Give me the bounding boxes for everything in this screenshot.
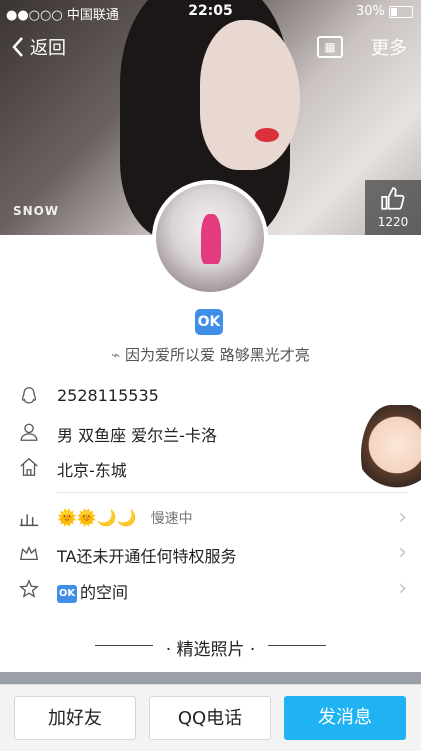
dot-icon: · [249, 640, 256, 660]
chevron-left-icon [12, 37, 23, 57]
personal-info-row: 男 双鱼座 爱尔兰-卡洛 [0, 417, 421, 449]
signature-text: 因为爱所以爱 路够黑光才亮 [125, 346, 310, 364]
ok-mini-badge: OK [57, 584, 77, 603]
snow-watermark: SNOW [13, 204, 60, 218]
chevron-right-icon: › [398, 505, 407, 530]
level-chart-icon [19, 514, 39, 527]
back-label: 返回 [30, 38, 66, 59]
person-icon [20, 423, 38, 441]
more-button[interactable]: 更多 [371, 34, 407, 60]
avatar[interactable] [152, 180, 268, 296]
qq-number: 2528115535 [57, 386, 159, 405]
crown-icon [19, 545, 39, 561]
signature-icon: ⌁ [111, 346, 121, 364]
section-title: · 精选照片 · [0, 635, 421, 660]
star-icon [19, 579, 39, 598]
home-icon [20, 457, 38, 476]
ok-badge[interactable]: OK [195, 309, 223, 335]
bottom-bar: 加好友 QQ电话 发消息 [0, 684, 421, 751]
privilege-text: TA还未开通任何特权服务 [57, 547, 237, 566]
send-message-button[interactable]: 发消息 [284, 696, 406, 740]
qq-penguin-icon [21, 387, 37, 404]
thumbs-up-icon [381, 187, 405, 210]
section-title-text: 精选照片 [176, 640, 245, 660]
moon-level-icons: 🌙🌙 [96, 508, 137, 527]
battery-percent: 30% [355, 4, 385, 19]
level-row[interactable]: 🌞🌞🌙🌙 慢速中 › [0, 503, 421, 535]
level-status: 慢速中 [150, 511, 193, 527]
level-value: 🌞🌞🌙🌙 慢速中 [57, 508, 193, 528]
qq-call-button[interactable]: QQ电话 [149, 696, 271, 740]
like-button[interactable]: 1220 [365, 180, 421, 235]
signature: ⌁ 因为爱所以爱 路够黑光才亮 [0, 344, 421, 365]
qq-number-row: 2528115535 [0, 381, 421, 413]
qr-icon[interactable]: ▦ [317, 36, 343, 58]
add-friend-button[interactable]: 加好友 [14, 696, 136, 740]
section-line-right [268, 645, 326, 646]
divider [57, 492, 407, 493]
privilege-row[interactable]: TA还未开通任何特权服务 › [0, 538, 421, 570]
nav-bar: 返回 ▦ 更多 [0, 34, 421, 62]
dot-icon: · [165, 640, 172, 660]
chevron-right-icon: › [398, 540, 407, 565]
cover-lips [255, 128, 279, 142]
status-bar: ●●○○○ 中国联通 22:05 30% [0, 0, 421, 24]
location: 北京-东城 [57, 461, 127, 480]
chevron-right-icon: › [398, 576, 407, 601]
status-right: 30% [356, 4, 413, 19]
battery-icon [389, 5, 413, 18]
space-label-wrap: OK 的空间 [57, 579, 128, 603]
sun-level-icons: 🌞🌞 [57, 508, 97, 527]
sticker-image [361, 405, 421, 505]
space-label: 的空间 [80, 583, 129, 602]
avatar-figure [201, 214, 221, 264]
personal-info: 男 双鱼座 爱尔兰-卡洛 [57, 426, 217, 445]
back-button[interactable]: 返回 [10, 34, 66, 60]
space-row[interactable]: OK 的空间 › [0, 574, 421, 606]
location-row: 北京-东城 [0, 452, 421, 484]
avatar-image [156, 184, 264, 292]
like-count: 1220 [377, 215, 409, 229]
